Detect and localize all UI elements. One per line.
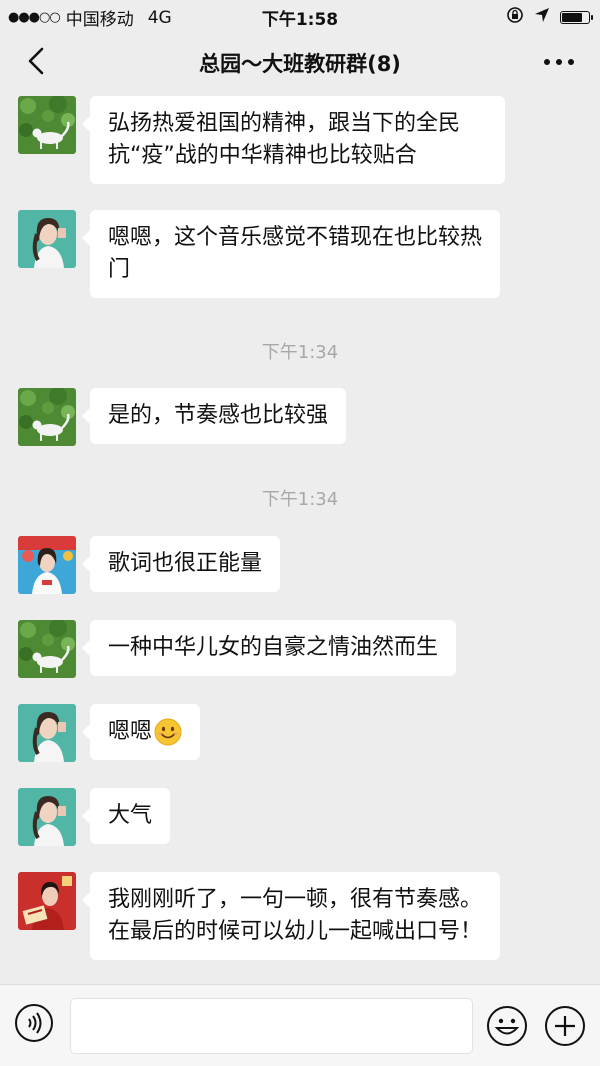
message-text: 一种中华儿女的自豪之情油然而生 — [108, 635, 439, 660]
message-item: 大气 — [18, 788, 171, 846]
message-item: 弘扬热爱祖国的精神，跟当下的全民抗“疫”战的中华精神也比较贴合 — [18, 96, 505, 184]
voice-button[interactable] — [14, 1003, 54, 1043]
status-right — [506, 6, 593, 29]
emoji-button[interactable] — [486, 1005, 528, 1047]
emoji-icon — [487, 1006, 527, 1046]
message-bubble[interactable]: 嗯嗯，这个音乐感觉不错现在也比较热门 — [82, 210, 500, 298]
message-text: 歌词也很正能量 — [108, 551, 263, 576]
message-text: 我刚刚听了，一句一顿，很有节奏感。在最后的时候可以幼儿一起喊出口号！ — [108, 887, 483, 944]
input-bar — [0, 984, 600, 1066]
message-bubble[interactable]: 我刚刚听了，一句一顿，很有节奏感。在最后的时候可以幼儿一起喊出口号！ — [82, 872, 500, 960]
rotation-lock-icon — [506, 6, 524, 29]
message-bubble[interactable]: 嗯嗯 — [81, 704, 201, 760]
timestamp-label: 下午1:34 — [261, 489, 339, 510]
girl-avatar[interactable] — [18, 210, 76, 268]
nav-bar: 总园～大班教研群(8) — [0, 32, 600, 92]
smile-emoji-icon — [154, 718, 182, 746]
cat-avatar[interactable] — [18, 96, 76, 154]
voice-icon — [15, 1004, 53, 1042]
message-text: 弘扬热爱祖国的精神，跟当下的全民抗“疫”战的中华精神也比较贴合 — [108, 111, 461, 168]
location-icon — [534, 7, 550, 28]
message-item: 一种中华儿女的自豪之情油然而生 — [18, 620, 457, 678]
message-input[interactable] — [70, 998, 473, 1054]
message-item: 歌词也很正能量 — [18, 536, 281, 594]
message-text: 是的，节奏感也比较强 — [108, 403, 329, 428]
message-bubble[interactable]: 是的，节奏感也比较强 — [81, 388, 347, 444]
battery-fill — [562, 13, 583, 22]
man-avatar[interactable] — [18, 872, 76, 930]
battery-icon — [560, 11, 593, 24]
girl-avatar[interactable] — [18, 788, 76, 846]
message-bubble[interactable]: 弘扬热爱祖国的精神，跟当下的全民抗“疫”战的中华精神也比较贴合 — [82, 96, 505, 184]
timestamp-label: 下午1:34 — [261, 342, 339, 363]
cat-avatar[interactable] — [18, 620, 76, 678]
message-bubble[interactable]: 大气 — [81, 788, 171, 844]
chat-area[interactable]: 弘扬热爱祖国的精神，跟当下的全民抗“疫”战的中华精神也比较贴合 嗯嗯，这个音乐感… — [0, 92, 600, 984]
girl-red-avatar[interactable] — [18, 536, 76, 594]
message-item: 是的，节奏感也比较强 — [18, 388, 347, 446]
status-bar: ●●●○○ 中国移动 4G 下午1:58 — [0, 0, 600, 32]
more-actions-button[interactable] — [544, 1005, 586, 1047]
message-item: 我刚刚听了，一句一顿，很有节奏感。在最后的时候可以幼儿一起喊出口号！ — [18, 872, 500, 960]
message-text: 嗯嗯，这个音乐感觉不错现在也比较热门 — [108, 225, 483, 282]
message-item: 嗯嗯，这个音乐感觉不错现在也比较热门 — [18, 210, 500, 298]
message-text: 大气 — [108, 803, 153, 828]
more-button[interactable] — [542, 52, 576, 72]
girl-avatar[interactable] — [18, 704, 76, 762]
more-dots-icon — [544, 59, 574, 65]
cat-avatar[interactable] — [18, 388, 76, 446]
message-item: 嗯嗯 — [18, 704, 201, 762]
message-text: 嗯嗯 — [108, 719, 153, 744]
message-bubble[interactable]: 一种中华儿女的自豪之情油然而生 — [81, 620, 457, 676]
chat-title: 总园～大班教研群(8) — [199, 52, 401, 76]
plus-icon — [545, 1006, 585, 1046]
message-bubble[interactable]: 歌词也很正能量 — [81, 536, 281, 592]
